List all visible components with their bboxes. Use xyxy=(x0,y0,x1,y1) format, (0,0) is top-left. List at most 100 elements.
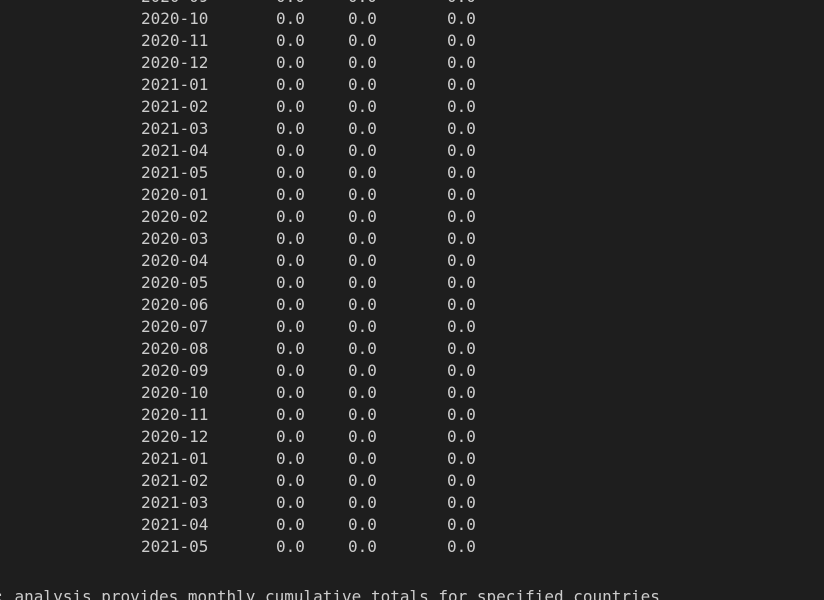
month-cell: 2020-05 xyxy=(141,273,209,292)
month-cell: 2021-05 xyxy=(141,163,209,182)
output-note: te: analysis provides monthly cumulative… xyxy=(0,587,660,600)
value-cell: 0.0 xyxy=(447,449,476,468)
value-cell: 0.0 xyxy=(348,339,377,358)
month-cell: 2021-02 xyxy=(141,471,209,490)
value-cell: 0.0 xyxy=(348,361,377,380)
value-cell: 0.0 xyxy=(276,207,305,226)
value-cell: 0.0 xyxy=(348,537,377,556)
month-cell: 2020-12 xyxy=(141,427,209,446)
value-cell: 0.0 xyxy=(276,383,305,402)
value-cell: 0.0 xyxy=(447,405,476,424)
value-cell: 0.0 xyxy=(348,141,377,160)
value-cell: 0.0 xyxy=(447,471,476,490)
month-cell: 2020-02 xyxy=(141,207,209,226)
value-cell: 0.0 xyxy=(276,53,305,72)
month-cell: 2020-11 xyxy=(141,405,209,424)
value-cell: 0.0 xyxy=(276,0,305,8)
value-cell: 0.0 xyxy=(447,273,476,292)
value-cell: 0.0 xyxy=(447,31,476,50)
month-cell: 2020-04 xyxy=(141,251,209,270)
value-cell: 0.0 xyxy=(348,53,377,72)
value-cell: 0.0 xyxy=(447,427,476,446)
month-cell: 2020-03 xyxy=(141,229,209,248)
value-cell: 0.0 xyxy=(447,251,476,270)
month-cell: 2021-05 xyxy=(141,537,209,556)
value-cell: 0.0 xyxy=(447,9,476,28)
month-cell: 2021-02 xyxy=(141,97,209,116)
month-cell: 2020-06 xyxy=(141,295,209,314)
value-cell: 0.0 xyxy=(447,361,476,380)
value-cell: 0.0 xyxy=(447,0,476,8)
value-cell: 0.0 xyxy=(276,449,305,468)
value-cell: 0.0 xyxy=(276,229,305,248)
month-cell: 2020-12 xyxy=(141,53,209,72)
value-cell: 0.0 xyxy=(348,449,377,468)
month-cell: 2021-01 xyxy=(141,75,209,94)
value-cell: 0.0 xyxy=(447,53,476,72)
value-cell: 0.0 xyxy=(447,185,476,204)
value-cell: 0.0 xyxy=(276,31,305,50)
value-cell: 0.0 xyxy=(276,471,305,490)
value-cell: 0.0 xyxy=(276,273,305,292)
value-cell: 0.0 xyxy=(276,119,305,138)
value-cell: 0.0 xyxy=(447,537,476,556)
terminal-output-panel[interactable]: Italy2020-090.00.00.0Italy2020-100.00.00… xyxy=(0,0,824,600)
value-cell: 0.0 xyxy=(276,317,305,336)
value-cell: 0.0 xyxy=(276,515,305,534)
value-cell: 0.0 xyxy=(276,427,305,446)
value-cell: 0.0 xyxy=(276,339,305,358)
value-cell: 0.0 xyxy=(276,405,305,424)
value-cell: 0.0 xyxy=(276,537,305,556)
value-cell: 0.0 xyxy=(447,163,476,182)
value-cell: 0.0 xyxy=(276,251,305,270)
value-cell: 0.0 xyxy=(276,361,305,380)
value-cell: 0.0 xyxy=(348,163,377,182)
value-cell: 0.0 xyxy=(348,0,377,8)
value-cell: 0.0 xyxy=(348,31,377,50)
value-cell: 0.0 xyxy=(447,493,476,512)
month-cell: 2020-09 xyxy=(141,0,208,8)
value-cell: 0.0 xyxy=(276,185,305,204)
value-cell: 0.0 xyxy=(348,229,377,248)
value-cell: 0.0 xyxy=(276,97,305,116)
value-cell: 0.0 xyxy=(276,141,305,160)
value-cell: 0.0 xyxy=(348,9,377,28)
month-cell: 2020-07 xyxy=(141,317,209,336)
value-cell: 0.0 xyxy=(276,163,305,182)
month-cell: 2020-09 xyxy=(141,361,209,380)
month-cell: 2020-01 xyxy=(141,185,209,204)
value-cell: 0.0 xyxy=(348,317,377,336)
value-cell: 0.0 xyxy=(447,515,476,534)
value-cell: 0.0 xyxy=(447,295,476,314)
value-cell: 0.0 xyxy=(348,185,377,204)
value-cell: 0.0 xyxy=(348,207,377,226)
value-cell: 0.0 xyxy=(348,119,377,138)
value-cell: 0.0 xyxy=(348,493,377,512)
value-cell: 0.0 xyxy=(447,383,476,402)
value-cell: 0.0 xyxy=(447,229,476,248)
month-cell: 2021-04 xyxy=(141,141,209,160)
value-cell: 0.0 xyxy=(348,405,377,424)
month-cell: 2020-11 xyxy=(141,31,209,50)
value-cell: 0.0 xyxy=(348,383,377,402)
month-cell: 2021-03 xyxy=(141,119,209,138)
month-cell: 2021-01 xyxy=(141,449,209,468)
value-cell: 0.0 xyxy=(447,207,476,226)
value-cell: 0.0 xyxy=(276,493,305,512)
value-cell: 0.0 xyxy=(447,317,476,336)
value-cell: 0.0 xyxy=(447,75,476,94)
value-cell: 0.0 xyxy=(348,251,377,270)
month-cell: 2021-03 xyxy=(141,493,209,512)
value-cell: 0.0 xyxy=(276,75,305,94)
month-cell: 2020-10 xyxy=(141,383,209,402)
value-cell: 0.0 xyxy=(348,97,377,116)
value-cell: 0.0 xyxy=(276,9,305,28)
value-cell: 0.0 xyxy=(348,295,377,314)
value-cell: 0.0 xyxy=(447,141,476,160)
month-cell: 2021-04 xyxy=(141,515,209,534)
month-cell: 2020-10 xyxy=(141,9,209,28)
value-cell: 0.0 xyxy=(447,97,476,116)
value-cell: 0.0 xyxy=(348,273,377,292)
value-cell: 0.0 xyxy=(348,427,377,446)
value-cell: 0.0 xyxy=(348,75,377,94)
